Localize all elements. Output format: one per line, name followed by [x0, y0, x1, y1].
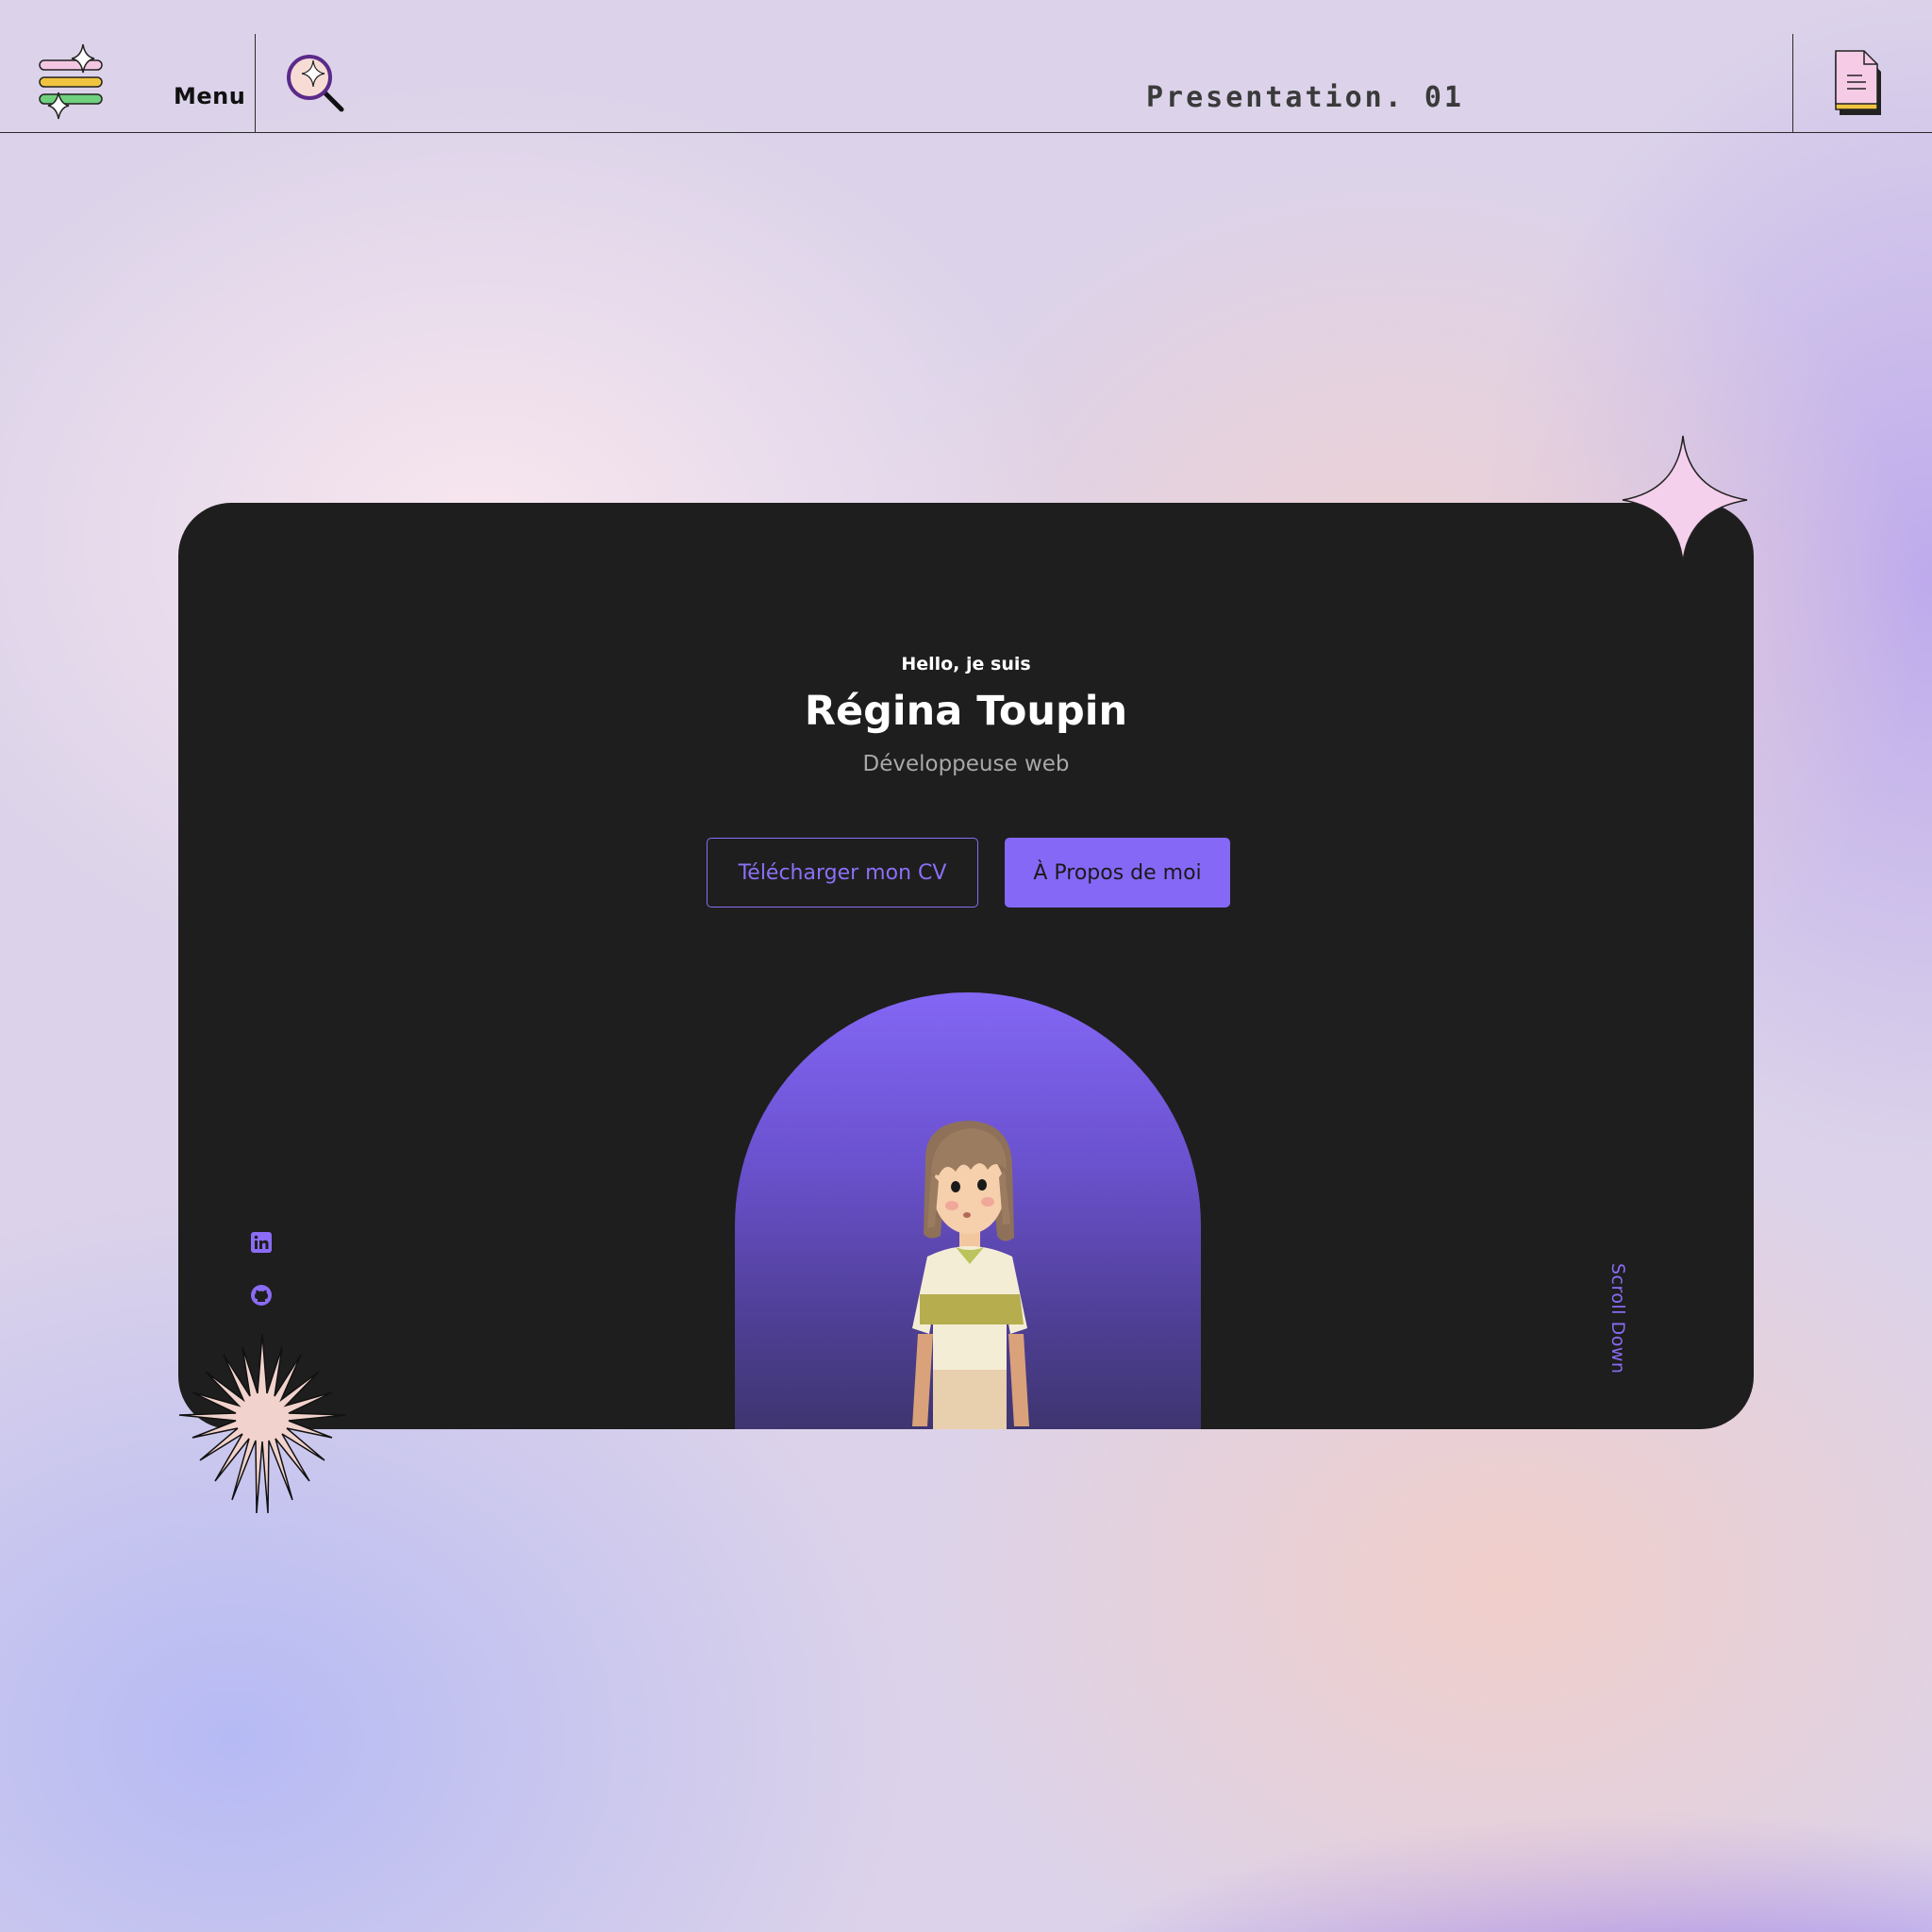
- starburst-decoration: [178, 1334, 346, 1513]
- greeting-text: Hello, je suis: [901, 654, 1031, 675]
- avatar-illustration: [912, 1121, 1029, 1429]
- header-divider: [1792, 34, 1793, 132]
- linkedin-icon[interactable]: [250, 1231, 273, 1254]
- hero-card: Hello, je suis Régina Toupin Développeus…: [178, 503, 1754, 1429]
- download-cv-button[interactable]: Télécharger mon CV: [707, 838, 978, 908]
- search-icon[interactable]: [285, 53, 347, 115]
- hero-role: Développeuse web: [862, 752, 1070, 776]
- sparkle-decoration: [1622, 435, 1748, 563]
- document-icon[interactable]: [1834, 49, 1887, 117]
- top-nav-bar: Menu Presentation. 01: [0, 0, 1932, 133]
- scroll-down-link[interactable]: Scroll Down: [1607, 1263, 1628, 1374]
- about-me-button[interactable]: À Propos de moi: [1005, 838, 1230, 908]
- menu-icon[interactable]: [36, 42, 108, 123]
- header-divider: [255, 34, 256, 132]
- hero-name: Régina Toupin: [804, 688, 1128, 735]
- github-icon[interactable]: [250, 1284, 273, 1307]
- presentation-label: Presentation. 01: [1146, 81, 1464, 114]
- menu-label[interactable]: Menu: [174, 83, 245, 109]
- portrait-arch: [735, 992, 1201, 1429]
